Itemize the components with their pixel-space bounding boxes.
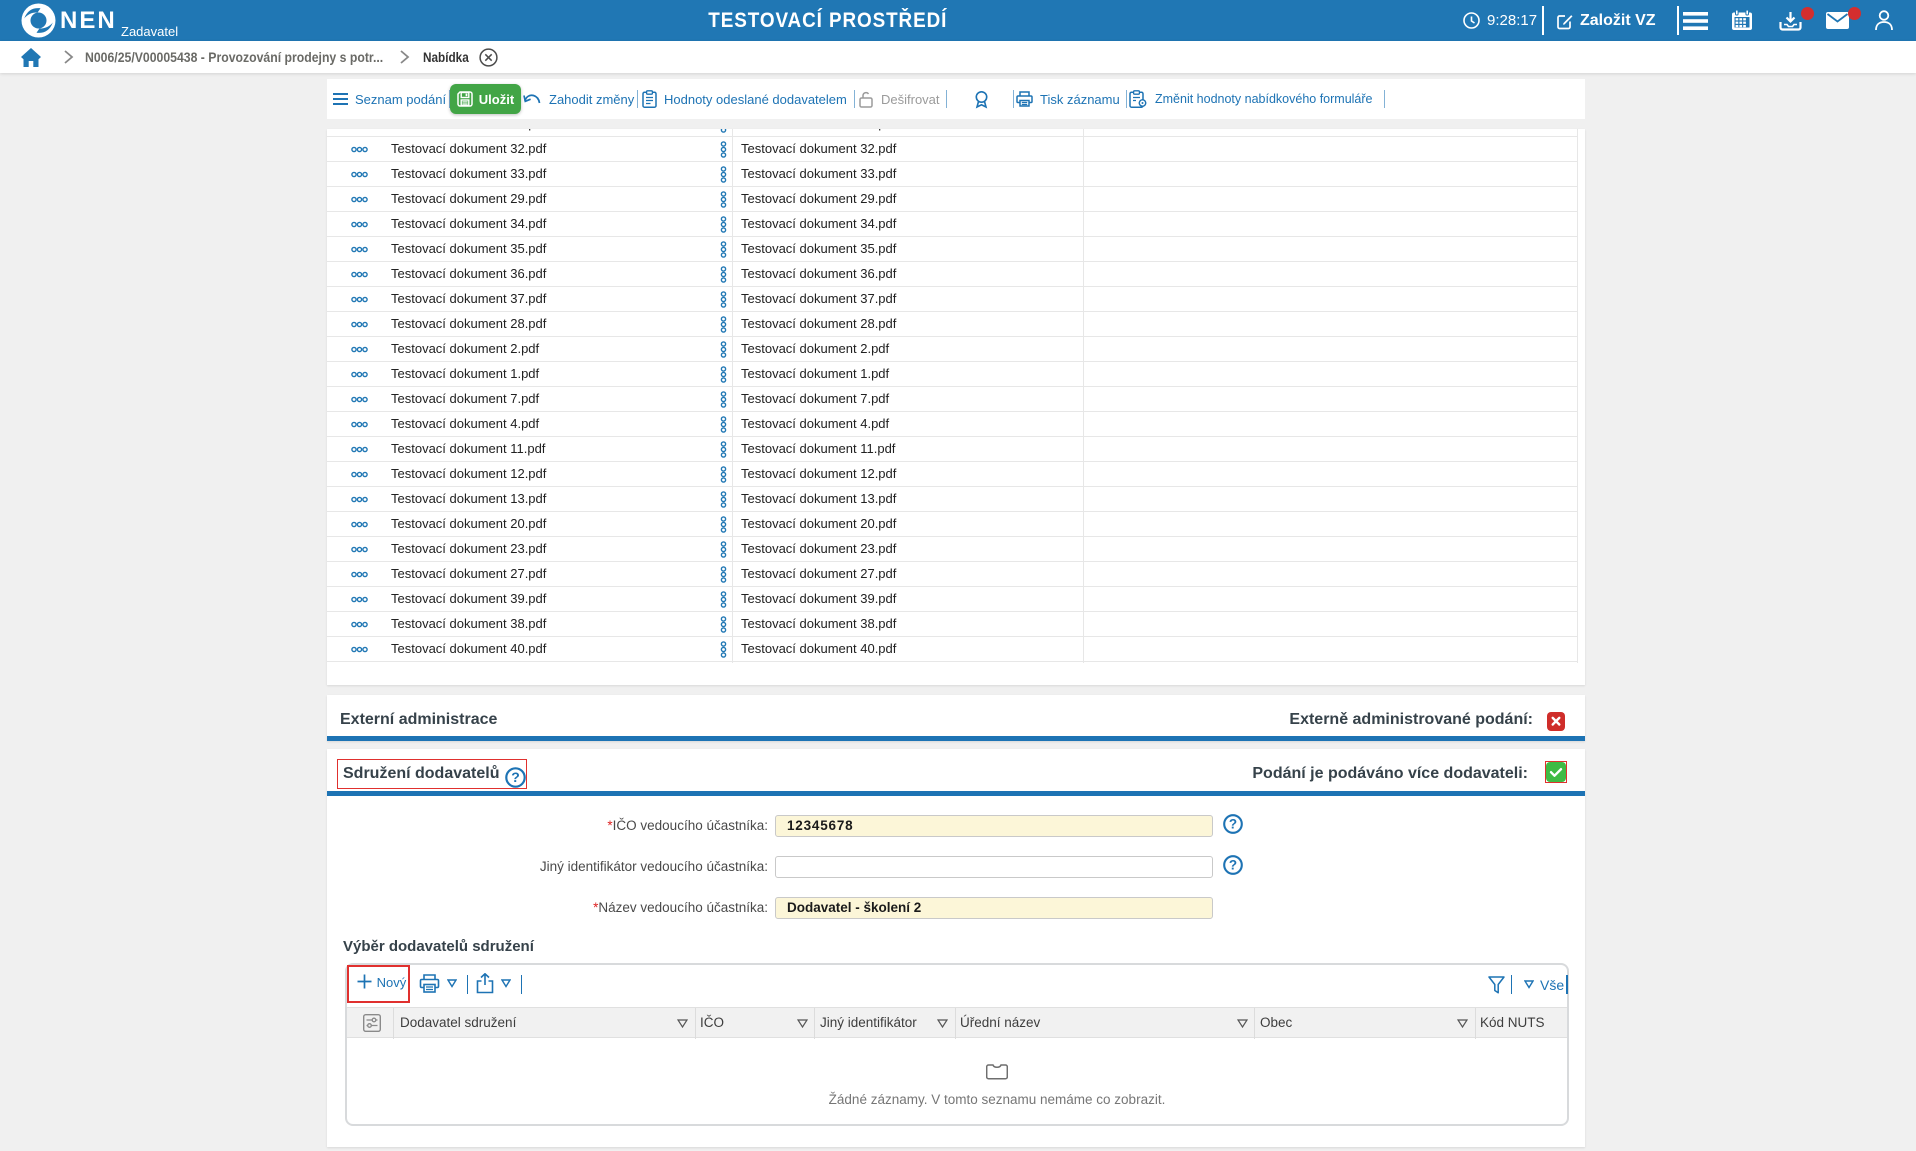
svg-text:?: ? bbox=[1229, 816, 1237, 831]
svg-text:?: ? bbox=[1229, 857, 1237, 872]
svg-text:?: ? bbox=[511, 769, 520, 785]
